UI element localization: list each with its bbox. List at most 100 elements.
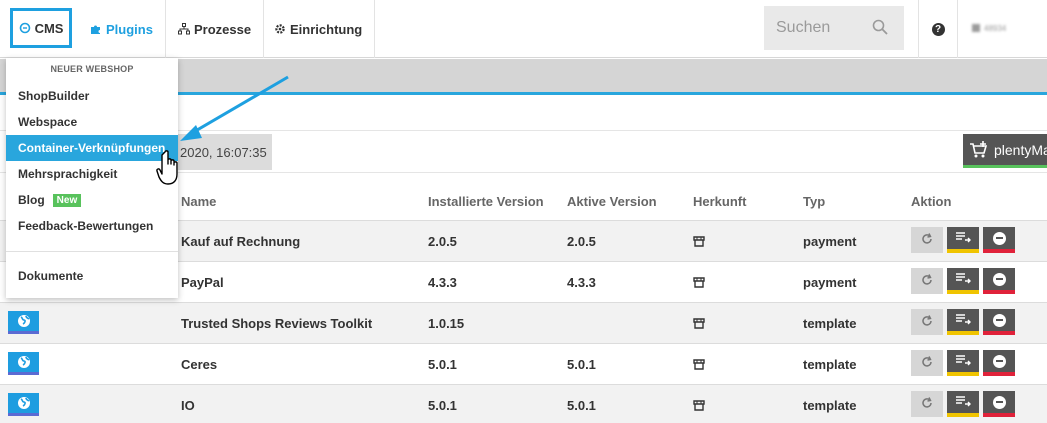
table-row[interactable]: IO 5.0.1 5.0.1 template: [0, 384, 1047, 423]
marketplace-icon: [693, 399, 705, 414]
refresh-button[interactable]: [911, 350, 943, 376]
plugin-name[interactable]: Kauf auf Rechnung: [181, 234, 300, 249]
search-input[interactable]: Suchen: [764, 6, 904, 50]
refresh-icon: [921, 232, 933, 248]
puzzle-icon: [90, 23, 102, 35]
plentymarketplace-button[interactable]: plentyMa: [963, 134, 1047, 168]
column-header[interactable]: Herkunft: [693, 194, 746, 209]
user-avatar-blurred: [972, 24, 980, 32]
refresh-button[interactable]: [911, 227, 943, 253]
minus-circle-icon: [992, 354, 1006, 368]
minus-circle-icon: [992, 395, 1006, 409]
user-id: 48934: [984, 24, 1007, 33]
set-priority-button[interactable]: [947, 268, 979, 294]
installed-version: 1.0.15: [428, 316, 465, 331]
help-icon: ?: [931, 22, 945, 36]
minus-circle-icon: [992, 313, 1006, 327]
user-account[interactable]: 48934: [972, 22, 1032, 34]
remove-button[interactable]: [983, 350, 1015, 376]
new-badge: New: [52, 193, 82, 207]
set-priority-button[interactable]: [947, 227, 979, 253]
plugin-type: template: [803, 398, 857, 413]
list-icon: [955, 395, 971, 410]
nav-prozesse-label: Prozesse: [194, 21, 252, 37]
sitemap-icon: [178, 23, 190, 35]
plugin-type: template: [803, 357, 857, 372]
refresh-icon: [921, 355, 933, 371]
remove-button[interactable]: [983, 227, 1015, 253]
gear-icon: [274, 23, 286, 35]
refresh-icon: [921, 396, 933, 412]
remove-button[interactable]: [983, 391, 1015, 417]
help-button[interactable]: ?: [918, 0, 958, 58]
nav-plugins[interactable]: Plugins: [78, 0, 166, 58]
nav-prozesse[interactable]: Prozesse: [166, 0, 265, 58]
refresh-icon: [921, 273, 933, 289]
menu-item-label: Container-Verknüpfungen: [18, 141, 166, 155]
plugin-name[interactable]: PayPal: [181, 275, 224, 290]
minus-circle-icon: [992, 272, 1006, 286]
refresh-icon: [921, 314, 933, 330]
menu-item-dokumente[interactable]: Dokumente: [6, 263, 178, 289]
column-header[interactable]: Name: [181, 194, 216, 209]
nav-cms[interactable]: CMS: [10, 8, 72, 48]
plugin-type: payment: [803, 275, 857, 290]
menu-item-feedback-bewertungen[interactable]: Feedback-Bewertungen: [6, 213, 178, 239]
table-row[interactable]: Trusted Shops Reviews Toolkit 1.0.15 templ…: [0, 302, 1047, 343]
column-header[interactable]: Installierte Version: [428, 194, 544, 209]
list-icon: [955, 231, 971, 246]
nav-einrichtung-label: Einrichtung: [290, 21, 363, 37]
plugin-name[interactable]: Trusted Shops Reviews Toolkit: [181, 316, 372, 331]
nav-einrichtung[interactable]: Einrichtung: [262, 0, 376, 58]
nav-plugins-label: Plugins: [106, 21, 153, 37]
top-navigation: CMS Plugins Prozesse Einrichtung Suchen …: [0, 0, 1047, 58]
marketplace-icon: [693, 317, 705, 332]
minus-circle-icon: [992, 231, 1006, 245]
last-update-date: 2020, 16:07:35: [172, 134, 272, 170]
marketplace-icon: [693, 235, 705, 250]
search-placeholder: Suchen: [776, 19, 831, 36]
globe-icon[interactable]: [8, 311, 39, 334]
nav-cms-label: CMS: [34, 20, 64, 36]
dropdown-heading: NEUER WEBSHOP: [50, 64, 134, 74]
menu-item-webspace[interactable]: Webspace: [6, 109, 178, 135]
search-icon[interactable]: [872, 19, 888, 40]
active-version: 5.0.1: [567, 398, 596, 413]
column-header[interactable]: Typ: [803, 194, 825, 209]
installed-version: 4.3.3: [428, 275, 457, 290]
list-icon: [955, 354, 971, 369]
column-header: Aktion: [911, 194, 952, 209]
plugin-name[interactable]: IO: [181, 398, 195, 413]
menu-item-container-verknuepfungen[interactable]: Container-Verknüpfungen: [6, 135, 178, 161]
remove-button[interactable]: [983, 268, 1015, 294]
installed-version: 5.0.1: [428, 357, 457, 372]
menu-item-label: ShopBuilder: [18, 89, 90, 103]
table-row[interactable]: Ceres 5.0.1 5.0.1 template: [0, 343, 1047, 384]
installed-version: 5.0.1: [428, 398, 457, 413]
menu-item-shopbuilder[interactable]: ShopBuilder: [6, 83, 178, 109]
hand-cursor-icon: [156, 150, 178, 185]
set-priority-button[interactable]: [947, 309, 979, 335]
globe-icon[interactable]: [8, 393, 39, 416]
menu-item-mehrsprachigkeit[interactable]: Mehrsprachigkeit: [6, 161, 178, 187]
menu-item-label: Webspace: [18, 115, 78, 129]
menu-item-label: Blog: [18, 193, 45, 207]
column-header[interactable]: Aktive Version: [567, 194, 657, 209]
set-priority-button[interactable]: [947, 350, 979, 376]
marketplace-icon: [693, 276, 705, 291]
refresh-button[interactable]: [911, 309, 943, 335]
menu-item-label: Dokumente: [18, 269, 84, 283]
menu-item-blog[interactable]: Blog New: [6, 187, 178, 213]
active-version: 4.3.3: [567, 275, 596, 290]
list-icon: [955, 313, 971, 328]
remove-button[interactable]: [983, 309, 1015, 335]
globe-icon[interactable]: [8, 352, 39, 375]
plugin-type: template: [803, 316, 857, 331]
plugin-name[interactable]: Ceres: [181, 357, 217, 372]
cms-icon: [19, 22, 31, 34]
menu-item-label: Feedback-Bewertungen: [18, 219, 154, 233]
set-priority-button[interactable]: [947, 391, 979, 417]
menu-item-label: Mehrsprachigkeit: [18, 167, 118, 181]
refresh-button[interactable]: [911, 268, 943, 294]
refresh-button[interactable]: [911, 391, 943, 417]
